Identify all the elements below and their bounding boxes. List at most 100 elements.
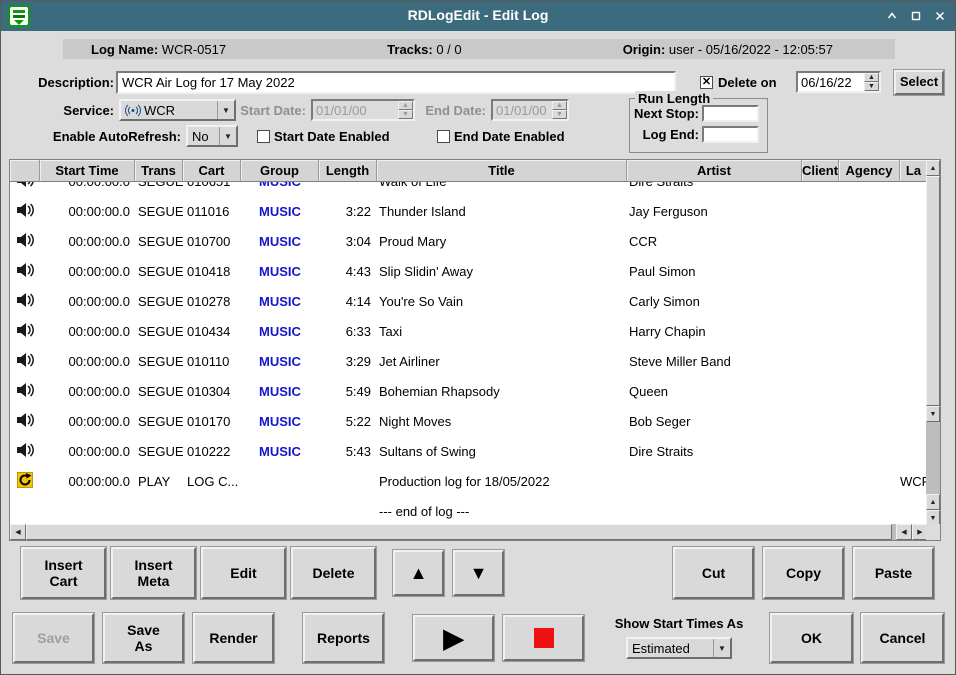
column-header-icon[interactable] [10, 160, 40, 182]
end-date-enabled-checkbox[interactable] [437, 130, 450, 143]
copy-button[interactable]: Copy [763, 547, 844, 599]
delete-date-spinner[interactable]: ▲ ▼ [796, 71, 881, 93]
column-header-start-time[interactable]: Start Time [40, 160, 135, 182]
cell-cart: 010700 [183, 226, 241, 256]
table-row[interactable]: 00:00:00.0 SEGUE 010434 MUSIC 6:33 Taxi … [10, 316, 928, 346]
edit-button[interactable]: Edit [201, 547, 286, 599]
column-header-group[interactable]: Group [241, 160, 319, 182]
spin-up-icon[interactable]: ▲ [864, 73, 879, 82]
start-date-label: Start Date: [201, 103, 306, 118]
cell-client [802, 496, 839, 526]
cell-agency [839, 196, 900, 226]
show-start-times-combo[interactable]: Estimated ▼ [626, 637, 732, 659]
maximize-button[interactable] [909, 9, 923, 23]
select-date-button[interactable]: Select [894, 70, 944, 95]
render-button[interactable]: Render [193, 613, 274, 663]
run-length-group: Run Length Next Stop: Log End: [629, 98, 768, 153]
paste-button[interactable]: Paste [853, 547, 934, 599]
insert-cart-button[interactable]: Insert Cart [21, 547, 106, 599]
cell-length: 3:29 [319, 346, 377, 376]
cell-cart: 010304 [183, 376, 241, 406]
horizontal-scrollbar[interactable]: ◀ ◀ ▶ [10, 524, 928, 540]
table-row[interactable]: 00:00:00.0 SEGUE 010170 MUSIC 5:22 Night… [10, 406, 928, 436]
column-header-length[interactable]: Length [319, 160, 377, 182]
cell-group: MUSIC [241, 226, 319, 256]
table-row[interactable]: 00:00:00.0 SEGUE 010418 MUSIC 4:43 Slip … [10, 256, 928, 286]
cell-group: MUSIC [241, 256, 319, 286]
table-row[interactable]: 00:00:00.0 PLAY LOG C... Production log … [10, 466, 928, 496]
table-row[interactable]: --- end of log --- [10, 496, 928, 526]
table-row[interactable]: 00:00:00.0 SEGUE 010651 MUSIC Walk of Li… [10, 182, 928, 196]
cell-label [900, 196, 928, 226]
cell-artist: Bob Seger [627, 406, 802, 436]
scroll-up-icon[interactable]: ▲ [926, 494, 940, 510]
delete-on-checkbox[interactable]: ✕ [700, 76, 713, 89]
cancel-button[interactable]: Cancel [861, 613, 944, 663]
stop-button[interactable] [503, 615, 584, 661]
delete-date-input[interactable] [798, 73, 864, 91]
cell-cart [183, 496, 241, 526]
insert-meta-button[interactable]: Insert Meta [111, 547, 196, 599]
stop-icon [534, 628, 554, 648]
cell-agency [839, 346, 900, 376]
next-stop-label: Next Stop: [632, 106, 699, 121]
cell-artist: Steve Miller Band [627, 346, 802, 376]
titlebar[interactable]: RDLogEdit - Edit Log [1, 1, 955, 31]
table-row[interactable]: 00:00:00.0 SEGUE 010110 MUSIC 3:29 Jet A… [10, 346, 928, 376]
cell-label [900, 286, 928, 316]
cell-artist: Jay Ferguson [627, 196, 802, 226]
start-date-enabled-checkbox[interactable] [257, 130, 270, 143]
cut-button[interactable]: Cut [673, 547, 754, 599]
column-header-title[interactable]: Title [377, 160, 627, 182]
table-row[interactable]: 00:00:00.0 SEGUE 010278 MUSIC 4:14 You'r… [10, 286, 928, 316]
table-row[interactable]: 00:00:00.0 SEGUE 010304 MUSIC 5:49 Bohem… [10, 376, 928, 406]
column-header-trans[interactable]: Trans [135, 160, 183, 182]
column-header-agency[interactable]: Agency [839, 160, 900, 182]
column-header-cart[interactable]: Cart [183, 160, 241, 182]
log-table-header[interactable]: Start Time Trans Cart Group Length Title… [10, 160, 928, 182]
scroll-down-icon[interactable]: ▼ [926, 406, 940, 422]
scroll-up-icon[interactable]: ▲ [926, 160, 940, 176]
autorefresh-combo[interactable]: No ▼ [186, 125, 238, 147]
ok-button[interactable]: OK [770, 613, 853, 663]
vertical-scroll-thumb[interactable] [926, 176, 940, 406]
cell-title: You're So Vain [377, 286, 627, 316]
cell-title: Production log for 18/05/2022 [377, 466, 627, 496]
close-button[interactable] [933, 9, 947, 23]
down-arrow-icon: ▼ [470, 563, 488, 584]
move-down-button[interactable]: ▼ [453, 550, 504, 596]
column-header-client[interactable]: Client [802, 160, 839, 182]
table-row[interactable]: 00:00:00.0 SEGUE 010700 MUSIC 3:04 Proud… [10, 226, 928, 256]
cell-client [802, 182, 839, 196]
cell-start-time: 00:00:00.0 [40, 436, 135, 466]
reports-button[interactable]: Reports [303, 613, 384, 663]
table-row[interactable]: 00:00:00.0 SEGUE 010222 MUSIC 5:43 Sulta… [10, 436, 928, 466]
column-header-label[interactable]: La [900, 160, 928, 182]
delete-on-label: Delete on [718, 75, 777, 90]
cell-title: Sultans of Swing [377, 436, 627, 466]
checkbox-x-icon: ✕ [702, 77, 711, 88]
cell-cart: 010170 [183, 406, 241, 436]
table-row[interactable]: 00:00:00.0 SEGUE 011016 MUSIC 3:22 Thund… [10, 196, 928, 226]
column-header-artist[interactable]: Artist [627, 160, 802, 182]
scroll-left-icon[interactable]: ◀ [10, 524, 26, 540]
cell-length: 5:49 [319, 376, 377, 406]
horizontal-scroll-thumb[interactable] [26, 524, 892, 540]
delete-button[interactable]: Delete [291, 547, 376, 599]
cell-trans: SEGUE [135, 256, 183, 286]
show-start-times-value: Estimated [632, 641, 690, 656]
spin-down-icon[interactable]: ▼ [864, 82, 879, 91]
cell-group: MUSIC [241, 406, 319, 436]
vertical-scrollbar[interactable]: ▲ ▼ ▲ ▼ [926, 160, 940, 526]
tracks-label: Tracks: [387, 42, 433, 57]
save-as-button[interactable]: Save As [103, 613, 184, 663]
play-button[interactable]: ▶ [413, 615, 494, 661]
speaker-icon [16, 352, 34, 371]
cell-group: MUSIC [241, 182, 319, 196]
move-up-button[interactable]: ▲ [393, 550, 444, 596]
combo-arrow-icon: ▼ [219, 127, 236, 145]
shade-button[interactable] [885, 9, 899, 23]
description-input[interactable] [116, 71, 676, 94]
scroll-left-icon[interactable]: ◀ [896, 524, 912, 540]
cell-agency [839, 316, 900, 346]
